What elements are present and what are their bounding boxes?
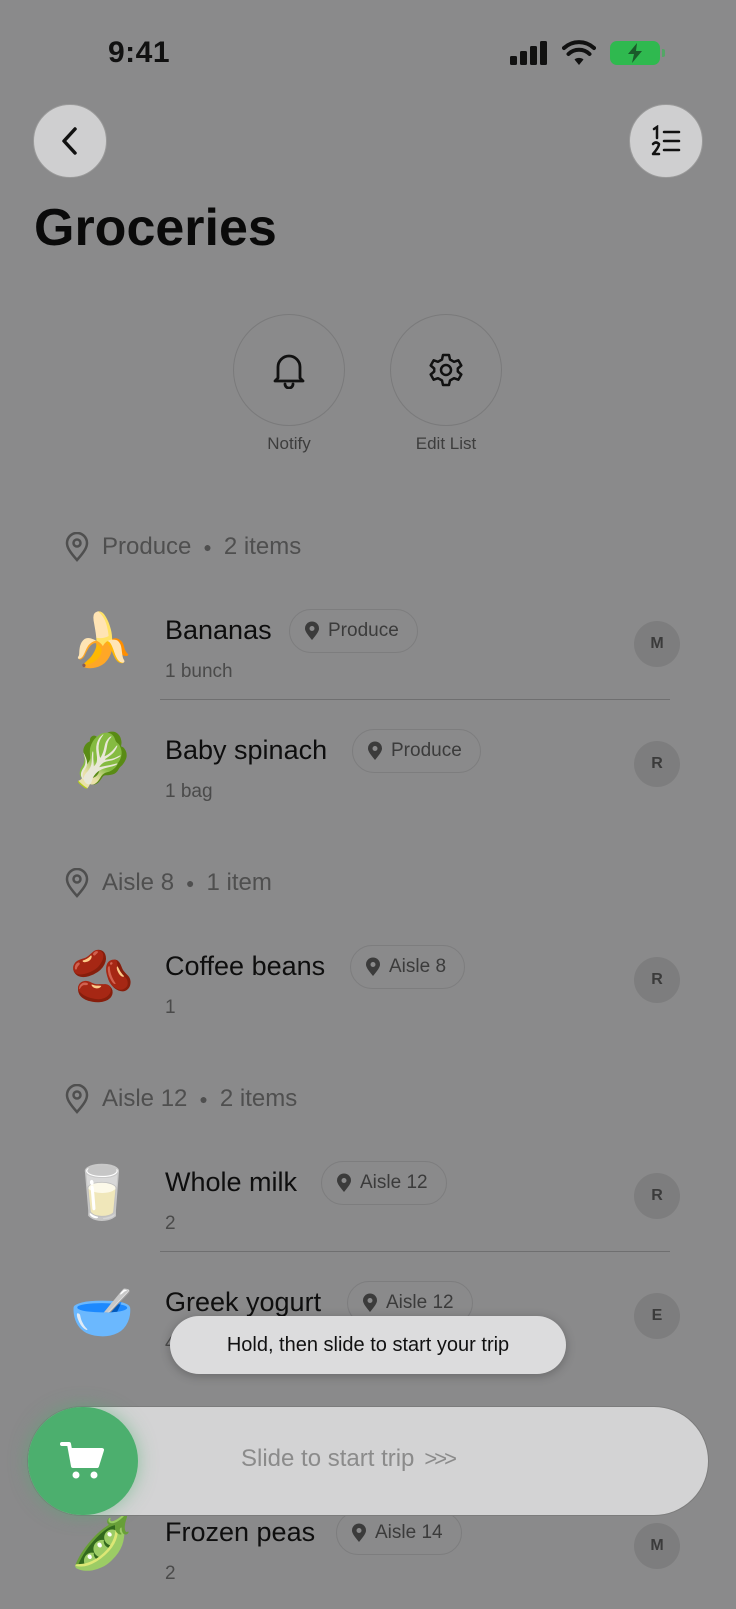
- location-pin-icon: [366, 957, 380, 976]
- item-name: Greek yogurt: [165, 1287, 322, 1317]
- location-pin-icon: [305, 621, 319, 640]
- item-quantity: 2: [165, 1213, 176, 1234]
- divider: [160, 1251, 670, 1252]
- item-name: Baby spinach: [165, 735, 328, 765]
- item-name: Bananas: [165, 615, 272, 645]
- avatar: R: [634, 741, 680, 787]
- list-item[interactable]: 🍌 Bananas Produce 1 bunch M: [0, 597, 736, 707]
- avatar: R: [634, 1173, 680, 1219]
- signal-icon: [510, 41, 547, 65]
- item-quantity: 2: [165, 1563, 176, 1584]
- avatar: R: [634, 957, 680, 1003]
- numbered-list-icon: [651, 125, 681, 156]
- location-tag-label: Aisle 14: [375, 1522, 443, 1543]
- location-pin-icon: [64, 532, 90, 562]
- edit-list-action[interactable]: Edit List: [390, 314, 502, 454]
- location-tag: Aisle 14: [336, 1511, 462, 1555]
- coffee-bean-icon: 🫘: [69, 948, 135, 1006]
- milk-icon: 🥛: [69, 1164, 135, 1222]
- page-title: Groceries: [34, 199, 277, 257]
- location-tag-label: Aisle 12: [360, 1172, 428, 1193]
- item-quantity: 1 bunch: [165, 661, 233, 682]
- status-bar: 9:41: [0, 0, 736, 110]
- slider-label-group: Slide to start trip >>>: [241, 1445, 457, 1473]
- list-item[interactable]: 🫘 Coffee beans Aisle 8 1 R: [0, 933, 736, 1043]
- section-name: Produce: [102, 533, 192, 560]
- list-item[interactable]: 🥛 Whole milk Aisle 12 2 R: [0, 1149, 736, 1259]
- chevrons-right-icon: >>>: [424, 1446, 457, 1471]
- location-tag: Aisle 8: [350, 945, 466, 989]
- notify-action[interactable]: Notify: [233, 314, 345, 454]
- sort-button[interactable]: [629, 104, 703, 178]
- section-count: 2 items: [223, 533, 302, 560]
- notify-label: Notify: [267, 434, 311, 453]
- chevron-left-icon: [62, 127, 77, 155]
- section-header-aisle-12: Aisle 12 ● 2 items: [64, 1084, 297, 1114]
- edit-list-button[interactable]: [390, 314, 502, 426]
- battery-icon: [610, 41, 665, 65]
- divider: [160, 699, 670, 700]
- location-tag-label: Aisle 8: [389, 956, 447, 977]
- location-pin-icon: [64, 868, 90, 898]
- status-time: 9:41: [108, 36, 171, 69]
- location-pin-icon: [64, 1084, 90, 1114]
- location-pin-icon: [368, 741, 382, 760]
- section-name: Aisle 12: [102, 1085, 188, 1112]
- location-tag-label: Produce: [391, 740, 462, 761]
- avatar: M: [634, 621, 680, 667]
- wifi-icon: [562, 40, 596, 65]
- item-name: Frozen peas: [165, 1517, 316, 1547]
- list-item[interactable]: 🥬 Baby spinach Produce 1 bag R: [0, 717, 736, 827]
- item-quantity: 1: [165, 997, 176, 1018]
- status-icons: [510, 40, 665, 66]
- cart-icon: [60, 1442, 104, 1479]
- back-button[interactable]: [33, 104, 107, 178]
- item-name: Coffee beans: [165, 951, 326, 981]
- slider-thumb[interactable]: [28, 1407, 138, 1515]
- peas-icon: 🫛: [69, 1514, 135, 1572]
- location-tag: Produce: [289, 609, 418, 653]
- location-tag-label: Aisle 12: [386, 1292, 454, 1313]
- item-name: Whole milk: [165, 1167, 298, 1197]
- location-pin-icon: [352, 1523, 366, 1542]
- edit-list-label: Edit List: [415, 434, 477, 453]
- section-header-produce: Produce ● 2 items: [64, 532, 301, 562]
- location-tag: Aisle 12: [321, 1161, 447, 1205]
- slider-label: Slide to start trip: [241, 1445, 415, 1472]
- section-header-aisle-8: Aisle 8 ● 1 item: [64, 868, 272, 898]
- avatar: M: [634, 1523, 680, 1569]
- hint-toast: Hold, then slide to start your trip: [170, 1316, 566, 1374]
- charging-bolt-icon: [628, 43, 642, 63]
- yogurt-icon: 🥣: [69, 1284, 135, 1342]
- notify-button[interactable]: [233, 314, 345, 426]
- spinach-icon: 🥬: [69, 732, 135, 790]
- start-trip-slider[interactable]: Slide to start trip >>>: [27, 1406, 709, 1516]
- gear-icon: [429, 353, 463, 387]
- location-pin-icon: [363, 1293, 377, 1312]
- section-name: Aisle 8: [102, 869, 175, 896]
- avatar: E: [634, 1293, 680, 1339]
- item-quantity: 1 bag: [165, 781, 213, 802]
- location-tag-label: Produce: [328, 620, 399, 641]
- section-count: 1 item: [206, 869, 272, 896]
- bell-icon: [273, 354, 305, 389]
- location-pin-icon: [337, 1173, 351, 1192]
- section-count: 2 items: [219, 1085, 298, 1112]
- banana-icon: 🍌: [69, 612, 135, 670]
- location-tag: Produce: [352, 729, 481, 773]
